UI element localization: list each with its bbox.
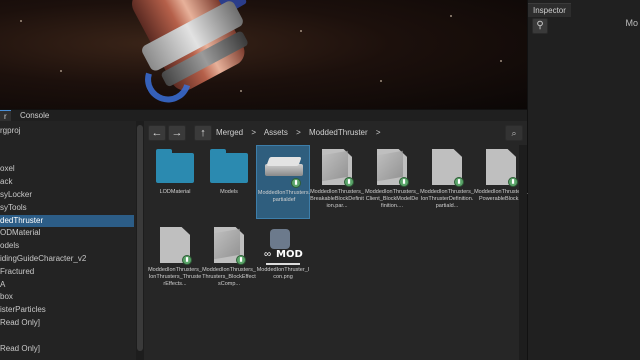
tab-console[interactable]: Console (16, 110, 53, 121)
tree-item[interactable]: dedThruster (0, 214, 134, 227)
asset-label: Models (220, 189, 238, 195)
pin-icon[interactable]: ⚲ (532, 18, 548, 34)
tree-item[interactable]: ack (0, 176, 134, 188)
asset-item[interactable]: LODMaterial (148, 145, 202, 219)
breadcrumb-merged[interactable]: Merged (216, 128, 243, 137)
asset-item[interactable]: ▮ ModdedIonThrusters_Thrusters_BlockEffec… (202, 223, 256, 297)
asset-item[interactable]: ∞ MOD ModdedIonThruster_Icon.png (256, 223, 310, 297)
tree-item[interactable]: Read Only] (0, 343, 134, 355)
tree-item[interactable]: isterParticles (0, 304, 134, 316)
tree-item[interactable] (0, 151, 134, 163)
asset-item[interactable]: ▮ ModdedIonThrusters_Client_BlockModelDef… (365, 145, 419, 219)
star (300, 30, 302, 32)
thruster-model (96, 0, 294, 109)
browser-scrollbar[interactable] (519, 145, 527, 360)
tree-scrollbar[interactable] (136, 121, 144, 360)
prefab-icon: ▮ (265, 150, 303, 188)
star (60, 70, 62, 72)
tree-item[interactable] (0, 330, 134, 342)
star (380, 80, 382, 82)
mod-icon-text: MOD (276, 249, 303, 260)
arrow-right-icon[interactable]: → (168, 125, 186, 141)
inspector-tab[interactable]: Inspector (528, 3, 571, 17)
scene-viewport[interactable] (0, 0, 527, 109)
file-icon: ▮ (210, 227, 248, 265)
bottom-panel: r Console rgproj oxel ack syLocker syTools de… (0, 109, 528, 360)
tree-item[interactable]: oxel (0, 163, 134, 175)
inspector-title: Mo (625, 18, 638, 28)
panel-tabs: r Console (0, 110, 527, 121)
file-icon: ▮ (318, 149, 356, 187)
breadcrumb-separator: > (251, 128, 257, 137)
tree-item[interactable]: box (0, 291, 134, 303)
asset-label: LODMaterial (159, 189, 191, 195)
asset-browser: ← → ↑ Merged > Assets > ModdedThruster >… (144, 121, 528, 360)
tree-item[interactable]: odels (0, 240, 134, 252)
star (20, 20, 22, 22)
breadcrumb-separator: > (375, 128, 381, 137)
star (240, 90, 242, 92)
tree-item[interactable]: Read Only] (0, 317, 134, 329)
asset-label: ModdedIonThruster_Icon.png (256, 267, 310, 280)
tree-item[interactable] (0, 138, 134, 150)
folder-icon (156, 149, 194, 185)
asset-label: ModdedIonThrusters_Thrusters_BlockEffect… (202, 267, 256, 287)
tree-item[interactable]: ODMaterial (0, 227, 134, 239)
asset-item[interactable]: ▮ ModdedIonThrusters_IonThrusters_Thruste… (148, 223, 202, 297)
tree-item[interactable]: syLocker (0, 189, 134, 201)
breadcrumb: Merged > Assets > ModdedThruster > (216, 125, 387, 141)
tree-item[interactable]: syTools (0, 202, 134, 214)
file-icon: ▮ (373, 149, 411, 187)
arrow-left-icon[interactable]: ← (148, 125, 166, 141)
asset-label: ModdedIonThrusters_BreakableBlockDefinit… (310, 189, 364, 209)
mod-image-icon: ∞ MOD (264, 227, 303, 265)
asset-label: ModdedIonThrusters_IonThrusters_Thruster… (148, 267, 202, 287)
star (500, 60, 502, 62)
folder-tree: rgproj oxel ack syLocker syTools dedThruster O… (0, 121, 136, 360)
breadcrumb-separator: > (296, 128, 301, 137)
asset-item[interactable]: ▮ ModdedIonThrusters.partialdef (256, 145, 310, 219)
breadcrumb-moddedthruster[interactable]: ModdedThruster (309, 128, 368, 137)
tree-item[interactable]: idingGuideCharacter_v2 (0, 253, 134, 265)
asset-label: ModdedIonThrusters_Client_BlockModelDefi… (365, 189, 419, 209)
search-icon[interactable]: ⌕ (505, 125, 523, 141)
arrow-up-icon[interactable]: ↑ (194, 125, 212, 141)
breadcrumb-assets[interactable]: Assets (264, 128, 288, 137)
inspector-panel: Inspector ⚲ Mo (527, 0, 640, 360)
tab-project[interactable]: r (0, 110, 11, 121)
tree-item[interactable]: Fractured (0, 266, 134, 278)
file-icon: ▮ (482, 149, 520, 187)
star (450, 15, 452, 17)
file-icon: ▮ (428, 149, 466, 187)
asset-item[interactable]: ▮ ModdedIonThrusters_BreakableBlockDefini… (310, 145, 364, 219)
asset-item[interactable]: Models (202, 145, 256, 219)
folder-icon (210, 149, 248, 185)
asset-label: ModdedIonThrusters_IonThrusterDefinition… (420, 189, 474, 209)
asset-label: ModdedIonThrusters.partialdef (257, 190, 311, 203)
tree-item[interactable]: A (0, 279, 134, 291)
browser-toolbar: ← → ↑ Merged > Assets > ModdedThruster >… (144, 123, 527, 143)
tree-item[interactable]: rgproj (0, 125, 134, 137)
asset-item[interactable]: ▮ ModdedIonThrusters_IonThrusterDefinitio… (420, 145, 474, 219)
asset-grid: LODMaterial Models ▮ ModdedIonThrusters.par… (144, 145, 528, 360)
file-icon: ▮ (156, 227, 194, 265)
